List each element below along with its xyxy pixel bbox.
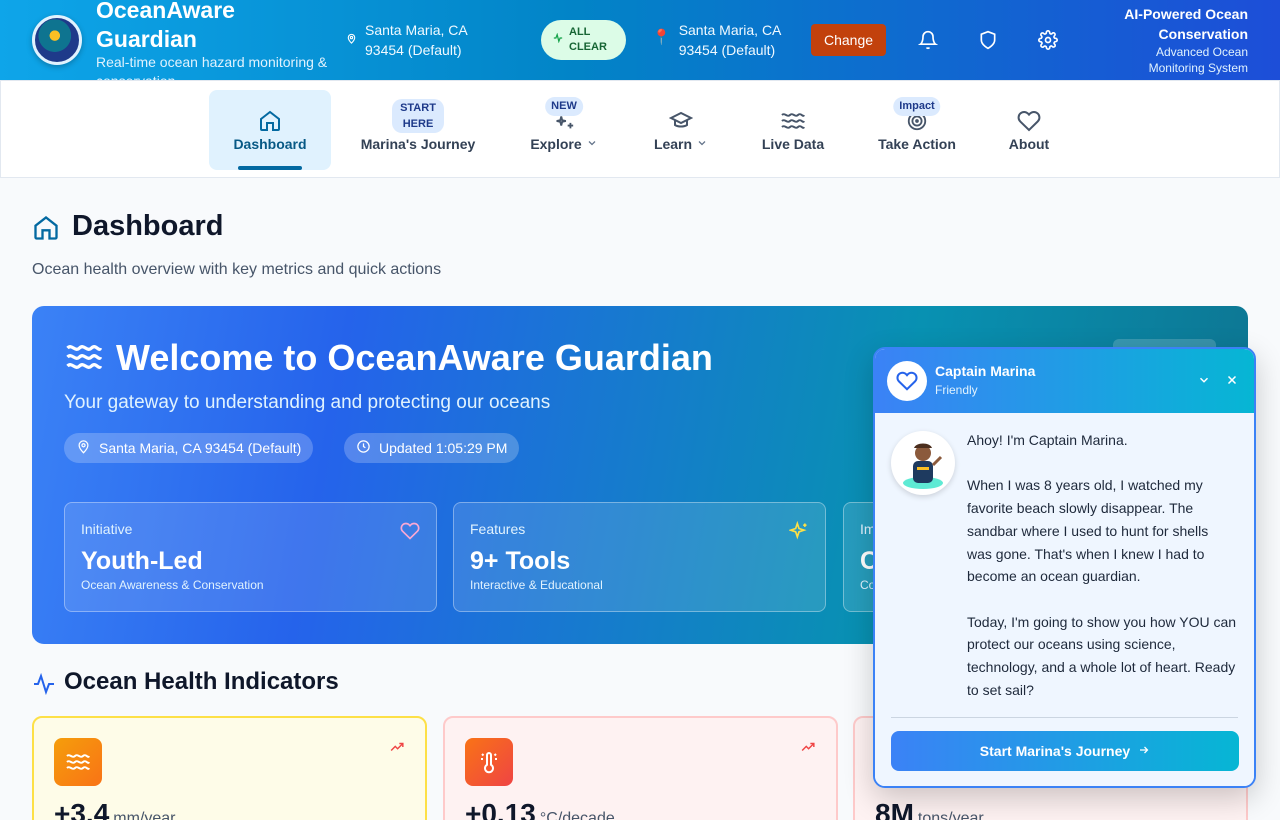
chevron-down-icon bbox=[586, 137, 598, 152]
indicator-card-sea-level[interactable]: +3.4 mm/year bbox=[32, 716, 427, 820]
new-badge: NEW bbox=[545, 97, 583, 116]
map-pin-icon bbox=[76, 439, 91, 457]
waves-icon bbox=[780, 108, 806, 134]
unit: mm/year bbox=[113, 810, 176, 820]
map-pin-icon bbox=[346, 30, 357, 60]
hero-subtitle: Your gateway to understanding and protec… bbox=[64, 392, 551, 413]
nav-label: Dashboard bbox=[233, 136, 307, 152]
start-here-badge: START HERE bbox=[392, 99, 444, 133]
waves-icon bbox=[54, 738, 102, 786]
stat-card-features: Features 9+ Tools Interactive & Educatio… bbox=[453, 502, 826, 612]
app-logo[interactable] bbox=[32, 15, 82, 65]
change-location-button[interactable]: Change bbox=[811, 24, 886, 56]
heart-icon bbox=[887, 361, 927, 401]
nav-take-action[interactable]: Impact Take Action bbox=[861, 90, 973, 170]
nav-label-row: Explore bbox=[530, 136, 597, 152]
thermometer-sun-icon bbox=[465, 738, 513, 786]
unit: °C/decade bbox=[539, 810, 615, 820]
indicator-value: +3.4 mm/year bbox=[54, 798, 176, 820]
location-selector[interactable]: 📍 Santa Maria, CA 93454 (Default) bbox=[652, 20, 797, 60]
indicator-card-temperature[interactable]: +0.13 °C/decade bbox=[443, 716, 838, 820]
location-chip: Santa Maria, CA 93454 (Default) bbox=[64, 433, 314, 463]
trending-up-icon bbox=[389, 740, 405, 757]
status-badge: ALL CLEAR bbox=[541, 20, 626, 60]
location-chip-text: Santa Maria, CA 93454 (Default) bbox=[99, 440, 302, 456]
stat-value: 9+ Tools bbox=[470, 547, 571, 575]
nav-label: Learn bbox=[653, 136, 693, 152]
stat-card-initiative: Initiative Youth-Led Ocean Awareness & C… bbox=[64, 502, 437, 612]
updated-chip: Updated 1:05:29 PM bbox=[344, 433, 520, 463]
heart-icon bbox=[1017, 108, 1041, 134]
sparkles-icon bbox=[788, 520, 809, 546]
location-text: Santa Maria, CA 93454 (Default) bbox=[678, 22, 781, 58]
close-icon[interactable] bbox=[1223, 371, 1241, 389]
page-subtitle: Ocean health overview with key metrics a… bbox=[32, 261, 442, 278]
heart-icon bbox=[400, 521, 420, 546]
nav-label: Take Action bbox=[878, 136, 956, 152]
indicator-value: 8M tons/year bbox=[875, 798, 984, 820]
nav-marinas-journey[interactable]: START HERE Marina's Journey bbox=[349, 90, 487, 170]
start-journey-button[interactable]: Start Marina's Journey bbox=[891, 731, 1239, 771]
captain-marina-avatar bbox=[891, 431, 955, 495]
pushpin-icon: 📍 bbox=[652, 29, 671, 46]
active-indicator bbox=[238, 166, 302, 170]
nav-live-data[interactable]: Live Data bbox=[745, 90, 841, 170]
chat-body: Ahoy! I'm Captain Marina. When I was 8 y… bbox=[875, 413, 1254, 786]
nav-label: About bbox=[1008, 136, 1050, 152]
unit: tons/year bbox=[917, 810, 984, 820]
divider bbox=[891, 717, 1238, 718]
hero-title: Welcome to OceanAware Guardian bbox=[116, 337, 713, 378]
chat-name: Captain Marina bbox=[935, 363, 1036, 379]
chat-mood: Friendly bbox=[935, 383, 978, 397]
activity-icon bbox=[32, 672, 56, 701]
location-text: Santa Maria, CA 93454 (Default) bbox=[365, 22, 467, 58]
nav-learn[interactable]: Learn bbox=[637, 90, 725, 170]
nav-about[interactable]: About bbox=[991, 90, 1067, 170]
updated-chip-text: Updated 1:05:29 PM bbox=[379, 440, 508, 456]
chat-header: Captain Marina Friendly bbox=[875, 349, 1254, 413]
graduation-cap-icon bbox=[669, 108, 693, 134]
section-title: Ocean Health Indicators bbox=[64, 668, 339, 695]
home-icon bbox=[258, 108, 282, 134]
location-display: Santa Maria, CA 93454 (Default) bbox=[346, 20, 486, 60]
nav-explore[interactable]: NEW Explore bbox=[515, 90, 613, 170]
brand-subtitle: Real-time ocean hazard monitoring & cons… bbox=[96, 54, 328, 80]
value: +3.4 bbox=[54, 798, 110, 820]
stat-value: Youth-Led bbox=[81, 547, 203, 575]
trending-up-icon bbox=[800, 740, 816, 757]
button-label: Start Marina's Journey bbox=[979, 743, 1131, 759]
page-title: Dashboard bbox=[72, 210, 224, 242]
nav-label: Marina's Journey bbox=[360, 136, 476, 152]
home-icon bbox=[32, 214, 60, 247]
captain-marina-chat: Captain Marina Friendly Ahoy! I'm Captai… bbox=[873, 347, 1256, 788]
clock-icon bbox=[356, 439, 371, 457]
ai-title: AI-Powered Ocean Conservation bbox=[1124, 6, 1248, 42]
stat-label: Features bbox=[470, 521, 526, 537]
nav-label: Explore bbox=[530, 136, 582, 152]
nav-label-row: Learn bbox=[654, 136, 708, 152]
stat-desc: Ocean Awareness & Conservation bbox=[81, 578, 264, 592]
ai-subtitle: Advanced Ocean Monitoring System bbox=[1148, 45, 1248, 75]
status-label: ALL CLEAR bbox=[569, 26, 607, 53]
shield-icon[interactable] bbox=[976, 28, 1000, 52]
stat-label: Initiative bbox=[81, 521, 133, 537]
app-header: OceanAware Guardian Real-time ocean haza… bbox=[0, 0, 1280, 80]
chat-message: Ahoy! I'm Captain Marina. When I was 8 y… bbox=[967, 432, 1237, 698]
arrow-right-icon bbox=[1138, 743, 1150, 759]
activity-icon bbox=[553, 32, 563, 48]
waves-icon bbox=[64, 342, 104, 377]
nav-label: Live Data bbox=[761, 136, 825, 152]
indicator-value: +0.13 °C/decade bbox=[465, 798, 615, 820]
gear-icon[interactable] bbox=[1036, 28, 1060, 52]
value: +0.13 bbox=[465, 798, 536, 820]
brand-title: OceanAware Guardian bbox=[96, 0, 235, 52]
nav-dashboard[interactable]: Dashboard bbox=[209, 90, 331, 170]
value: 8M bbox=[875, 798, 914, 820]
bell-icon[interactable] bbox=[916, 28, 940, 52]
main-nav: Dashboard START HERE Marina's Journey NE… bbox=[0, 80, 1280, 178]
chevron-down-icon bbox=[696, 137, 708, 152]
impact-badge: Impact bbox=[893, 97, 941, 116]
stat-desc: Interactive & Educational bbox=[470, 578, 603, 592]
chevron-down-icon[interactable] bbox=[1195, 371, 1213, 389]
